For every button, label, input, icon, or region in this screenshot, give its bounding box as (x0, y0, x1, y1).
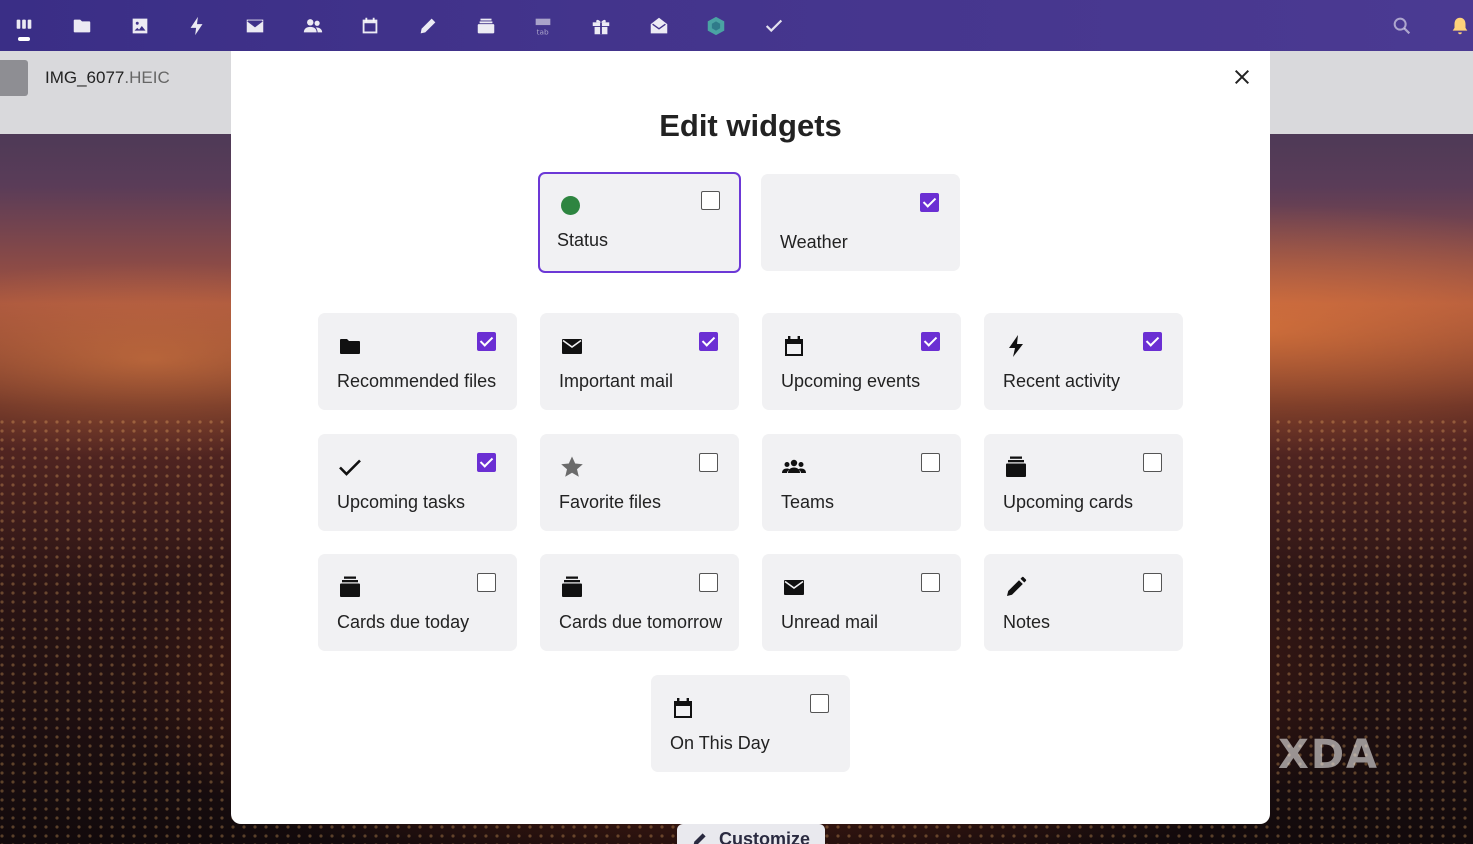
widget-checkbox[interactable] (477, 332, 496, 351)
widget-on-this-day[interactable]: On This Day (651, 675, 850, 772)
deck-icon (337, 574, 363, 600)
close-button[interactable] (1228, 63, 1256, 91)
widget-cards-due-today[interactable]: Cards due today (318, 554, 517, 651)
widget-checkbox[interactable] (699, 453, 718, 472)
image-thumbnail-icon (0, 60, 28, 96)
deck-icon (559, 574, 585, 600)
widget-label: Teams (781, 492, 835, 512)
deck-icon[interactable] (457, 0, 515, 51)
star-icon (559, 454, 585, 480)
lightning-icon (1003, 333, 1029, 359)
widget-recommended-files[interactable]: Recommended files (318, 313, 517, 410)
widget-label: Recommended files (337, 371, 497, 391)
widget-unread-mail[interactable]: Unread mail (762, 554, 961, 651)
group-icon (781, 454, 807, 480)
widget-checkbox[interactable] (920, 193, 939, 212)
widget-checkbox[interactable] (699, 573, 718, 592)
widget-status[interactable]: Status (538, 172, 741, 273)
active-app-indicator (18, 37, 30, 41)
widget-recent-activity[interactable]: Recent activity (984, 313, 1183, 410)
file-name: IMG_6077.HEIC (45, 68, 170, 87)
notifications-icon[interactable] (1431, 0, 1473, 51)
calendar-icon[interactable] (341, 0, 399, 51)
mail-icon (559, 333, 585, 359)
widget-checkbox[interactable] (699, 332, 718, 351)
tasks-icon[interactable] (745, 0, 803, 51)
widget-label: Upcoming tasks (337, 492, 466, 512)
widget-label: Unread mail (781, 612, 879, 632)
mail-icon[interactable] (226, 0, 284, 51)
widget-important-mail[interactable]: Important mail (540, 313, 739, 410)
widget-teams[interactable]: Teams (762, 434, 961, 531)
checkmark-icon (337, 454, 363, 480)
folder-icon[interactable] (53, 0, 111, 51)
widget-checkbox[interactable] (1143, 453, 1162, 472)
widget-label: Cards due tomorrow (559, 612, 723, 632)
folder-icon (337, 333, 363, 359)
widget-upcoming-events[interactable]: Upcoming events (762, 313, 961, 410)
widget-label: Recent activity (1003, 371, 1121, 391)
pencil-icon (693, 833, 706, 844)
calendar-icon (781, 333, 807, 359)
close-icon (1234, 69, 1250, 85)
mail-open-icon[interactable] (630, 0, 688, 51)
status-dot-icon (557, 192, 583, 218)
widget-notes[interactable]: Notes (984, 554, 1183, 651)
customize-button[interactable]: Customize (677, 824, 825, 844)
search-icon[interactable] (1373, 0, 1431, 51)
widget-upcoming-cards[interactable]: Upcoming cards (984, 434, 1183, 531)
widget-label: Cards due today (337, 612, 470, 632)
widget-checkbox[interactable] (477, 453, 496, 472)
dialog-title: Edit widgets (659, 108, 842, 143)
widget-label: Favorite files (559, 492, 662, 512)
widget-checkbox[interactable] (701, 191, 720, 210)
edit-widgets-dialog: Edit widgets Status Weather Recommended … (231, 51, 1270, 824)
widget-checkbox[interactable] (477, 573, 496, 592)
widget-weather[interactable]: Weather (761, 174, 960, 271)
customize-label: Customize (719, 828, 811, 844)
widget-label: Weather (780, 232, 848, 252)
deck-icon (1003, 454, 1029, 480)
watermark-logo: XDA (1278, 732, 1379, 778)
top-app-bar: tab (0, 0, 1473, 51)
gift-icon[interactable] (572, 0, 630, 51)
tables-icon[interactable]: tab (514, 0, 572, 51)
widget-label: Upcoming cards (1003, 492, 1134, 512)
pencil-icon (1003, 574, 1029, 600)
widget-label: Important mail (559, 371, 674, 391)
hex-app-icon[interactable] (687, 0, 745, 51)
widget-label: Upcoming events (781, 371, 921, 391)
widget-checkbox[interactable] (921, 453, 940, 472)
widget-checkbox[interactable] (810, 694, 829, 713)
widget-checkbox[interactable] (1143, 573, 1162, 592)
widget-checkbox[interactable] (1143, 332, 1162, 351)
contacts-icon[interactable] (284, 0, 342, 51)
calendar-icon (670, 695, 696, 721)
widget-label: Status (557, 230, 609, 250)
widget-cards-due-tomorrow[interactable]: Cards due tomorrow (540, 554, 739, 651)
dashboard-icon[interactable] (0, 0, 53, 51)
svg-text:tab: tab (537, 27, 549, 36)
widget-upcoming-tasks[interactable]: Upcoming tasks (318, 434, 517, 531)
widget-label: On This Day (670, 733, 770, 753)
mail-icon (781, 574, 807, 600)
widget-checkbox[interactable] (921, 573, 940, 592)
widget-checkbox[interactable] (921, 332, 940, 351)
widget-favorite-files[interactable]: Favorite files (540, 434, 739, 531)
notes-icon[interactable] (399, 0, 457, 51)
widget-label: Notes (1003, 612, 1051, 632)
activity-icon[interactable] (168, 0, 226, 51)
file-extension: .HEIC (124, 68, 170, 87)
photos-icon[interactable] (111, 0, 169, 51)
